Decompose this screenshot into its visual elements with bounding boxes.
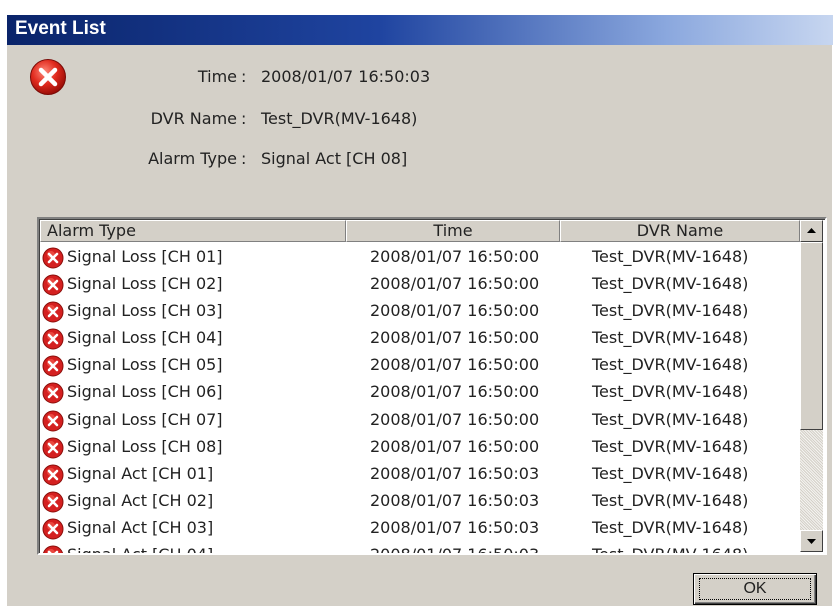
cell-alarm-type: Signal Act [CH 04] — [67, 545, 213, 553]
cell-time: 2008/01/07 16:50:03 — [370, 545, 539, 553]
focus-rect — [699, 578, 811, 600]
cell-alarm-type: Signal Act [CH 01] — [67, 463, 214, 483]
table-row[interactable]: Signal Act [CH 02] 2008/01/07 16:50:03 Tes… — [40, 488, 800, 515]
colon: : — [241, 67, 247, 86]
cell-alarm-type: Signal Loss [CH 07] — [67, 409, 223, 429]
cell-alarm-type: Signal Act [CH 02] — [67, 490, 214, 510]
cell-time: 2008/01/07 16:50:00 — [370, 436, 540, 456]
table-row[interactable]: Signal Act [CH 01] 2008/01/07 16:50:03 Tes… — [40, 461, 800, 488]
cell-time: 2008/01/07 16:50:00 — [370, 247, 540, 266]
error-icon — [42, 491, 64, 513]
cell-time: 2008/01/07 16:50:00 — [370, 355, 540, 375]
cell-time: 2008/01/07 16:50:00 — [370, 274, 540, 294]
cell-time: 2008/01/07 16:50:00 — [370, 409, 540, 429]
dvr-name-label: DVR Name — [150, 109, 237, 128]
event-list[interactable]: Alarm Type Time DVR Name Signal Loss [CH… — [37, 217, 827, 555]
info-dvr-row: DVR Name : Test_DVR(MV-1648) — [7, 109, 707, 131]
error-icon — [42, 301, 64, 323]
table-row[interactable]: Signal Loss [CH 08] 2008/01/07 16:50:00 Te… — [40, 434, 800, 461]
cell-dvr-name: Test_DVR(MV-1648) — [592, 463, 749, 483]
cell-time: 2008/01/07 16:50:03 — [370, 463, 540, 483]
alarm-type-value: Signal Act [CH 08] — [261, 149, 408, 168]
cell-alarm-type: Signal Loss [CH 08] — [67, 436, 223, 456]
cell-dvr-name: Test_DVR(MV-1648) — [592, 382, 749, 402]
column-header-alarm-type[interactable]: Alarm Type — [40, 220, 346, 242]
colon: : — [241, 109, 247, 128]
column-header-dvr-name[interactable]: DVR Name — [560, 220, 800, 242]
column-header-time[interactable]: Time — [346, 220, 560, 242]
error-icon — [42, 437, 64, 459]
error-icon — [42, 518, 64, 540]
cell-alarm-type: Signal Loss [CH 05] — [67, 355, 223, 375]
cell-alarm-type: Signal Loss [CH 02] — [67, 274, 223, 294]
table-row[interactable]: Signal Loss [CH 06] 2008/01/07 16:50:00 Te… — [40, 379, 800, 406]
event-list-dialog: Event List Time : 2008/01/07 16:50:03 DV… — [6, 14, 833, 606]
table-row[interactable]: Signal Loss [CH 01] 2008/01/07 16:50:00 Te… — [40, 244, 800, 271]
cell-dvr-name: Test_DVR(MV-1648) — [592, 436, 749, 456]
error-icon — [42, 545, 64, 553]
table-row[interactable]: Signal Act [CH 03] 2008/01/07 16:50:03 Tes… — [40, 515, 800, 542]
cell-dvr-name: Test_DVR(MV-1648) — [592, 247, 749, 266]
error-icon — [42, 382, 64, 404]
table-row[interactable]: Signal Loss [CH 07] 2008/01/07 16:50:00 Te… — [40, 407, 800, 434]
cell-alarm-type: Signal Loss [CH 06] — [67, 382, 223, 402]
time-label: Time — [197, 67, 237, 86]
info-alarm-row: Alarm Type : Signal Act [CH 08] — [7, 149, 707, 171]
table-row[interactable]: Signal Act [CH 04] 2008/01/07 16:50:03 Tes… — [40, 542, 800, 553]
alarm-type-label: Alarm Type — [148, 149, 237, 168]
cell-dvr-name: Test_DVR(MV-1648) — [592, 355, 749, 375]
cell-time: 2008/01/07 16:50:00 — [370, 301, 540, 321]
cell-time: 2008/01/07 16:50:00 — [370, 382, 540, 402]
error-icon — [42, 247, 64, 269]
cell-alarm-type: Signal Loss [CH 04] — [67, 328, 223, 348]
info-time-row: Time : 2008/01/07 16:50:03 — [7, 67, 707, 89]
cell-time: 2008/01/07 16:50:03 — [370, 517, 540, 537]
colon: : — [241, 149, 247, 168]
cell-dvr-name: Test_DVR(MV-1648) — [592, 301, 749, 321]
error-icon — [42, 410, 64, 432]
table-row[interactable]: Signal Loss [CH 03] 2008/01/07 16:50:00 Te… — [40, 298, 800, 325]
error-icon — [42, 464, 64, 486]
error-icon — [42, 328, 64, 350]
cell-time: 2008/01/07 16:50:03 — [370, 490, 540, 510]
table-row[interactable]: Signal Loss [CH 02] 2008/01/07 16:50:00 Te… — [40, 271, 800, 298]
list-rows: Signal Loss [CH 01] 2008/01/07 16:50:00 Te… — [40, 244, 800, 553]
cell-dvr-name: Test_DVR(MV-1648) — [592, 328, 749, 348]
window-title: Event List — [15, 18, 106, 39]
time-value: 2008/01/07 16:50:03 — [261, 67, 431, 86]
arrow-down-icon — [807, 539, 816, 544]
table-row[interactable]: Signal Loss [CH 04] 2008/01/07 16:50:00 Te… — [40, 325, 800, 352]
cell-alarm-type: Signal Act [CH 03] — [67, 517, 214, 537]
vertical-scrollbar[interactable] — [800, 220, 823, 552]
cell-alarm-type: Signal Loss [CH 01] — [67, 247, 223, 266]
table-row[interactable]: Signal Loss [CH 05] 2008/01/07 16:50:00 Te… — [40, 352, 800, 379]
cell-dvr-name: Test_DVR(MV-1648) — [592, 545, 748, 553]
scrollbar-thumb[interactable] — [800, 242, 823, 430]
cell-alarm-type: Signal Loss [CH 03] — [67, 301, 223, 321]
scroll-up-button[interactable] — [800, 220, 823, 242]
cell-dvr-name: Test_DVR(MV-1648) — [592, 517, 749, 537]
list-header: Alarm Type Time DVR Name — [40, 220, 800, 242]
ok-button[interactable]: OK — [693, 573, 817, 605]
arrow-up-icon — [807, 228, 816, 233]
cell-dvr-name: Test_DVR(MV-1648) — [592, 490, 749, 510]
cell-dvr-name: Test_DVR(MV-1648) — [592, 409, 749, 429]
error-icon — [42, 274, 64, 296]
dvr-name-value: Test_DVR(MV-1648) — [261, 109, 418, 128]
cell-time: 2008/01/07 16:50:00 — [370, 328, 540, 348]
error-icon — [42, 355, 64, 377]
title-bar[interactable]: Event List — [7, 15, 833, 45]
scroll-down-button[interactable] — [800, 530, 823, 552]
cell-dvr-name: Test_DVR(MV-1648) — [592, 274, 749, 294]
